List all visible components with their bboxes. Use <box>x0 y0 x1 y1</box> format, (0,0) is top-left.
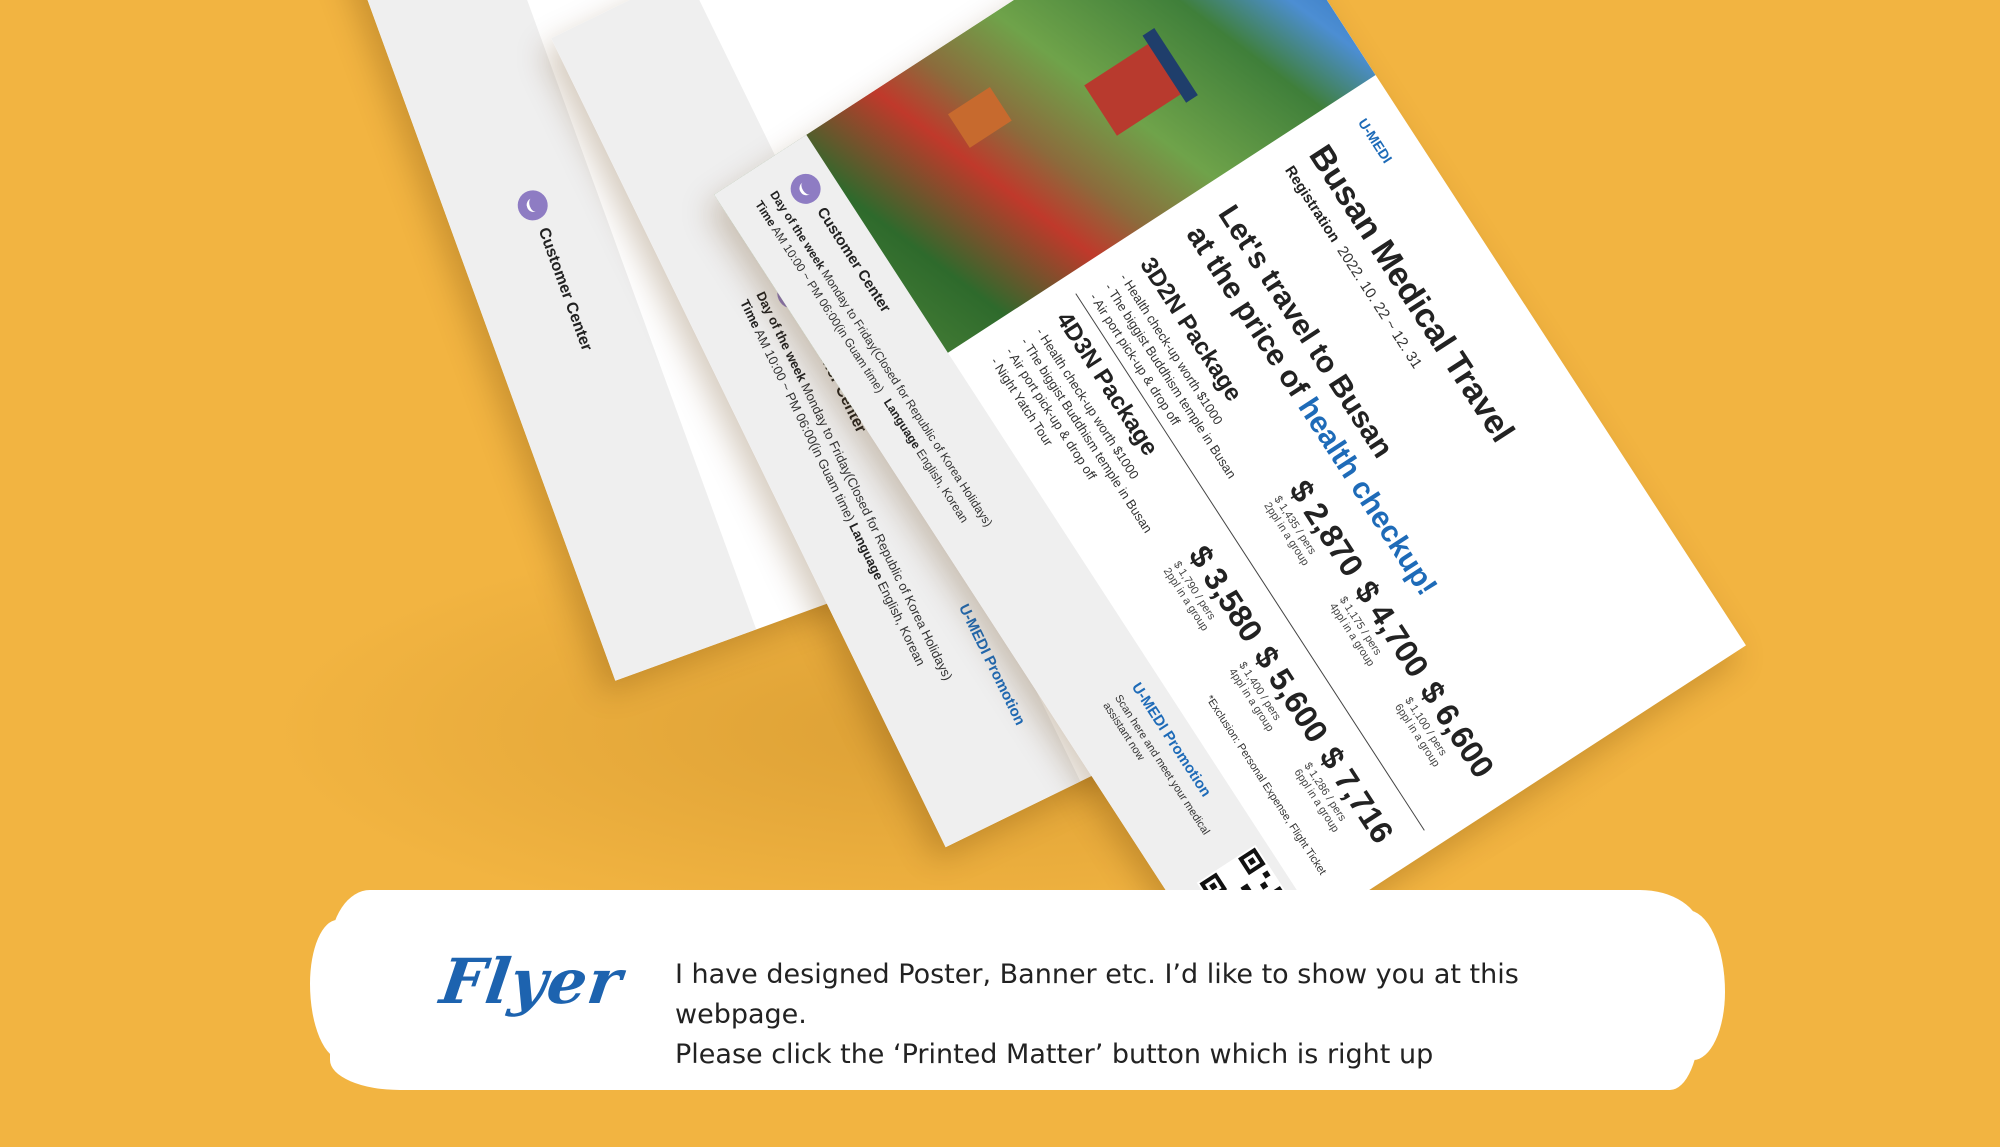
banner-line-2: Please click the ‘Printed Matter’ button… <box>675 1039 1434 1070</box>
banner-description: I have designed Poster, Banner etc. I’d … <box>675 955 1655 1075</box>
price-3d2n-6ppl: $ 6,600 $ 1,100 / pers 6ppl in a group <box>1392 674 1502 785</box>
banner-line-1: I have designed Poster, Banner etc. I’d … <box>675 959 1519 1030</box>
temple-building-small <box>947 87 1012 148</box>
brush-streak <box>400 1080 1500 1086</box>
banner-title: Flyer <box>436 945 628 1018</box>
price-4d3n-2ppl: $ 3,580 $ 1,790 / pers 2ppl in a group <box>1160 539 1271 649</box>
brush-streak <box>360 895 1260 901</box>
umedi-logo: U-MEDI <box>1355 115 1396 166</box>
